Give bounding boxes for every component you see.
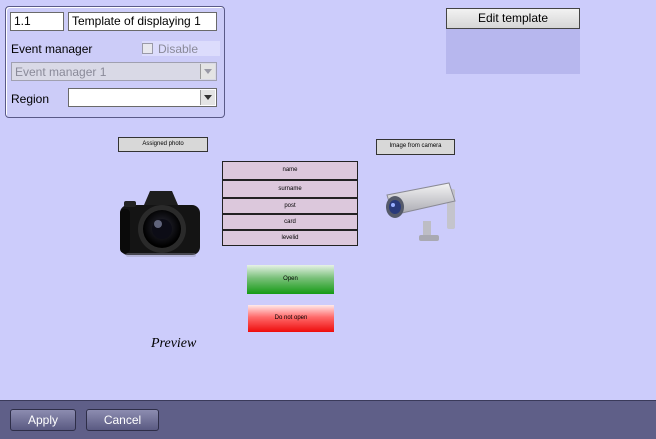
do-not-open-button[interactable]: Do not open bbox=[248, 305, 334, 332]
id-field[interactable]: 1.1 bbox=[10, 12, 64, 31]
field-row-name[interactable]: name bbox=[222, 161, 358, 180]
settings-panel: 1.1 Template of displaying 1 Event manag… bbox=[5, 6, 225, 118]
security-camera-icon bbox=[386, 182, 456, 241]
disable-label: Disable bbox=[158, 42, 199, 56]
apply-button[interactable]: Apply bbox=[10, 409, 76, 431]
footer-bar: Apply Cancel bbox=[0, 400, 656, 439]
chevron-down-icon[interactable] bbox=[200, 64, 215, 79]
region-select[interactable] bbox=[68, 88, 217, 107]
event-manager-select[interactable]: Event manager 1 bbox=[11, 62, 217, 81]
cancel-button[interactable]: Cancel bbox=[86, 409, 159, 431]
image-from-camera-label[interactable]: Image from camera bbox=[376, 139, 455, 155]
edit-template-area bbox=[446, 29, 580, 74]
field-row-card[interactable]: card bbox=[222, 214, 358, 230]
edit-template-button[interactable]: Edit template bbox=[446, 8, 580, 29]
region-label: Region bbox=[11, 92, 50, 106]
photo-camera-icon bbox=[120, 191, 200, 257]
preview-label[interactable]: Preview bbox=[151, 336, 196, 352]
event-manager-label: Event manager bbox=[11, 42, 93, 56]
field-row-post[interactable]: post bbox=[222, 198, 358, 214]
assigned-photo-label[interactable]: Assigned photo bbox=[118, 137, 208, 152]
field-row-levelid[interactable]: levelid bbox=[222, 230, 358, 246]
event-manager-select-value: Event manager 1 bbox=[15, 65, 107, 79]
disable-checkbox[interactable] bbox=[142, 43, 153, 54]
template-name-field[interactable]: Template of displaying 1 bbox=[68, 12, 217, 31]
field-row-surname[interactable]: surname bbox=[222, 180, 358, 198]
chevron-down-icon[interactable] bbox=[200, 90, 215, 105]
open-button[interactable]: Open bbox=[247, 265, 334, 294]
